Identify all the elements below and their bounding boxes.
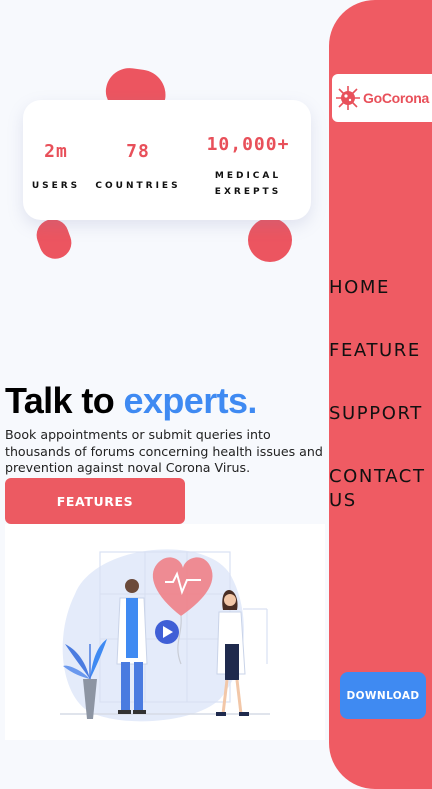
logo-text: GoCorona [363,90,430,106]
stat-users-value: 2m [44,141,68,162]
stat-users: 2m USERS [31,141,81,194]
main-nav: HOME FEATURE SUPPORT CONTACT US [329,276,432,552]
hero-title: Talk to experts. [5,380,257,422]
nav-item-feature[interactable]: FEATURE [329,339,432,363]
stat-countries-label: COUNTRIES [95,181,181,191]
stat-countries: 78 COUNTRIES [91,141,185,194]
nav-item-contact-us[interactable]: CONTACT US [329,465,432,513]
hero-title-accent: experts. [123,380,258,421]
download-button[interactable]: DOWNLOAD [340,672,426,719]
gocorona-logo[interactable]: GoCorona [332,74,432,122]
decorative-blob-left [32,214,76,264]
stat-users-label: USERS [31,181,81,191]
features-button[interactable]: FEATURES [5,478,185,524]
virus-icon [336,86,360,110]
nav-item-support[interactable]: SUPPORT [329,402,432,426]
stats-card: 2m USERS 78 COUNTRIES 10,000+ MEDICAL EX… [23,100,311,220]
stat-medical-value: 10,000+ [206,134,290,155]
play-icon [155,620,179,644]
sidebar: GoCorona HOME FEATURE SUPPORT CONTACT US… [329,0,432,789]
doctors-heart-illustration-icon [60,549,270,722]
stat-medical-label: MEDICAL EXREPTS [214,171,282,197]
hero-description: Book appointments or submit queries into… [5,427,323,475]
doctors-illustration [5,524,325,740]
stat-medical-experts: 10,000+ MEDICAL EXREPTS [195,134,301,200]
decorative-blob-right [248,218,292,262]
nav-item-home[interactable]: HOME [329,276,432,300]
stat-countries-value: 78 [126,141,150,162]
hero-title-main: Talk to [5,380,124,421]
